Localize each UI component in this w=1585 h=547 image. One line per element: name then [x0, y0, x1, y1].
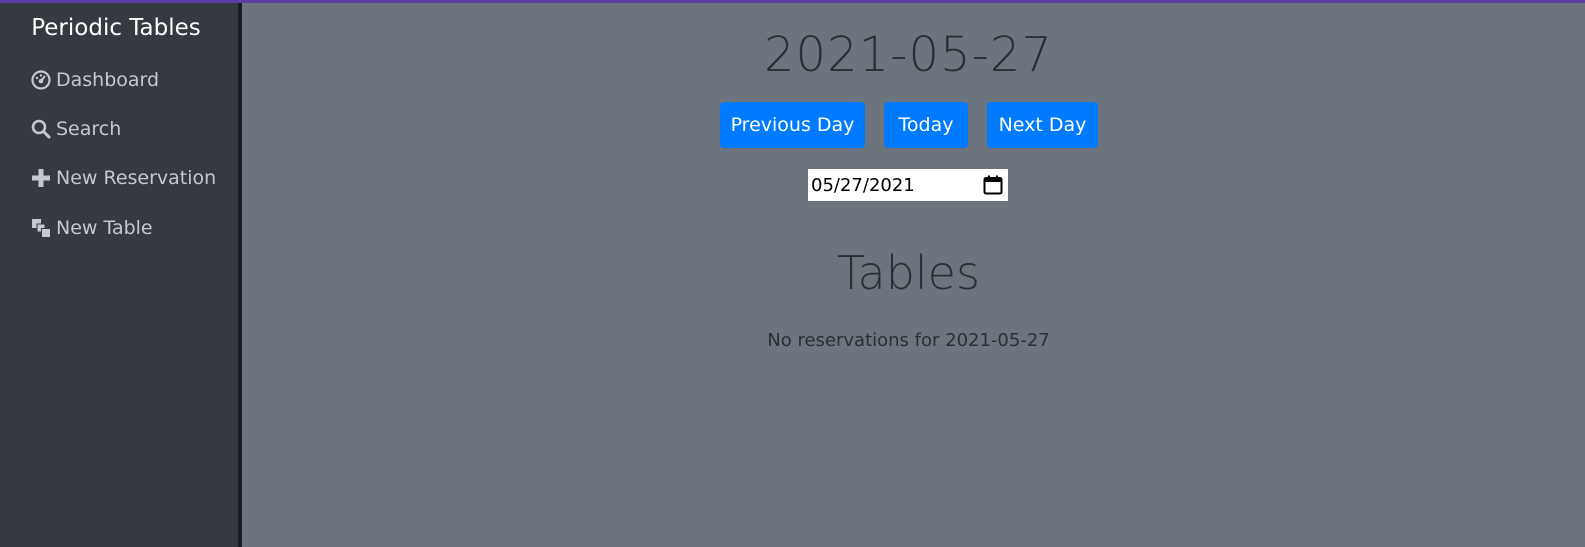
main-content: 2021-05-27 Previous Day Today Next Day 0… [242, 3, 1585, 547]
search-icon [30, 118, 52, 140]
tables-heading: Tables [837, 246, 980, 300]
sidebar-item-new-table[interactable]: New Table [30, 213, 153, 243]
calendar-icon[interactable] [983, 175, 1003, 200]
next-day-button[interactable]: Next Day [987, 102, 1098, 148]
sidebar-item-label: Search [56, 118, 122, 140]
sidebar-item-new-reservation[interactable]: New Reservation [30, 163, 216, 193]
dashboard-icon [30, 69, 52, 91]
previous-day-button[interactable]: Previous Day [720, 102, 865, 148]
sidebar-item-label: Dashboard [56, 69, 160, 91]
sidebar-item-label: New Table [56, 217, 153, 239]
no-reservations-message: No reservations for 2021-05-27 [767, 330, 1050, 351]
date-input-value: 05/27/2021 [811, 175, 915, 196]
sidebar-item-dashboard[interactable]: Dashboard [30, 65, 159, 95]
sidebar-item-search[interactable]: Search [30, 114, 121, 144]
sidebar-item-label: New Reservation [56, 167, 217, 189]
sidebar: Periodic Tables Dashboard Search New Res… [0, 3, 238, 547]
plus-icon [30, 167, 52, 189]
today-button[interactable]: Today [884, 102, 968, 148]
layers-icon [30, 217, 52, 239]
date-input[interactable]: 05/27/2021 [808, 169, 1008, 201]
date-heading: 2021-05-27 [764, 27, 1053, 83]
brand-title[interactable]: Periodic Tables [0, 15, 232, 41]
